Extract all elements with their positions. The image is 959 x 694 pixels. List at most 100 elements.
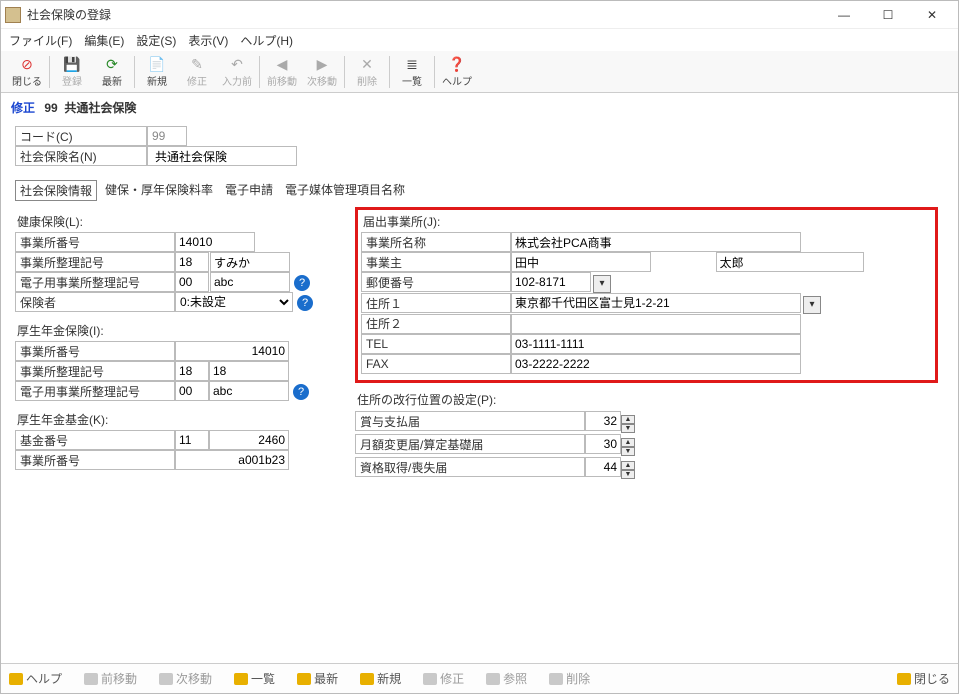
kenpo-elec2[interactable] xyxy=(210,272,290,292)
sb-next[interactable]: 次移動 xyxy=(159,670,212,687)
spinner-status[interactable]: ▲▼ xyxy=(621,461,635,479)
name-field[interactable] xyxy=(147,146,297,166)
td-addr1[interactable] xyxy=(511,293,801,313)
menu-edit[interactable]: 編集(E) xyxy=(84,32,124,49)
refresh-icon: ⟳ xyxy=(103,55,121,73)
kikin-fund1[interactable] xyxy=(175,430,209,450)
td-name[interactable] xyxy=(511,232,801,252)
kosei-arrange1[interactable] xyxy=(175,361,209,381)
minimize-button[interactable]: — xyxy=(822,2,866,28)
tb-movenext[interactable]: ▶次移動 xyxy=(302,52,342,92)
td-addr1-lbl: 住所１ xyxy=(361,293,511,313)
sb-del[interactable]: 削除 xyxy=(549,670,590,687)
kikin-office[interactable] xyxy=(175,450,289,470)
kosei-elec-lbl: 電子用事業所整理記号 xyxy=(15,381,175,401)
sb-list[interactable]: 一覧 xyxy=(234,670,275,687)
kaigyo-month[interactable] xyxy=(585,434,621,454)
tb-moveprev[interactable]: ◀前移動 xyxy=(262,52,302,92)
code-label: コード(C) xyxy=(15,126,147,146)
td-tel[interactable] xyxy=(511,334,801,354)
td-fax-lbl: FAX xyxy=(361,354,511,374)
menu-file[interactable]: ファイル(F) xyxy=(9,32,72,49)
kosei-elec1[interactable] xyxy=(175,381,209,401)
td-owner2[interactable] xyxy=(716,252,864,272)
td-addr2[interactable] xyxy=(511,314,801,334)
kosei-officeno[interactable] xyxy=(175,341,289,361)
f7-key-icon xyxy=(423,673,437,685)
td-owner1[interactable] xyxy=(511,252,651,272)
kenpo-officeno[interactable] xyxy=(175,232,255,252)
tab-denshi[interactable]: 電子申請 xyxy=(221,180,277,201)
f1-key-icon xyxy=(9,673,23,685)
tb-fix[interactable]: ✎修正 xyxy=(177,52,217,92)
tb-help[interactable]: ❓ヘルプ xyxy=(437,52,477,92)
addr1-dropdown[interactable]: ▾ xyxy=(803,296,821,314)
close-window-button[interactable]: ✕ xyxy=(910,2,954,28)
kikin-fund2[interactable] xyxy=(209,430,289,450)
toolbar: ⊘閉じる 💾登録 ⟳最新 📄新規 ✎修正 ↶入力前 ◀前移動 ▶次移動 ✕削除 … xyxy=(1,51,958,93)
tb-inputprev[interactable]: ↶入力前 xyxy=(217,52,257,92)
prev-icon: ◀ xyxy=(273,55,291,73)
tab-info[interactable]: 社会保険情報 xyxy=(15,180,97,201)
f12-key-icon xyxy=(897,673,911,685)
kaigyo-status[interactable] xyxy=(585,457,621,477)
kaigyo-bonus[interactable] xyxy=(585,411,621,431)
td-zip[interactable] xyxy=(511,272,591,292)
kosei-arrange2[interactable] xyxy=(209,361,289,381)
maximize-button[interactable]: ☐ xyxy=(866,2,910,28)
spinner-bonus[interactable]: ▲▼ xyxy=(621,415,635,433)
sb-close[interactable]: 閉じる xyxy=(897,670,950,687)
tab-rate[interactable]: 健保・厚年保険料率 xyxy=(101,180,217,201)
sb-help[interactable]: ヘルプ xyxy=(9,670,62,687)
f8-key-icon xyxy=(486,673,500,685)
tb-register[interactable]: 💾登録 xyxy=(52,52,92,92)
spinner-month[interactable]: ▲▼ xyxy=(621,438,635,456)
kenpo-insurer-select[interactable]: 0:未設定 xyxy=(175,292,293,312)
menubar: ファイル(F) 編集(E) 設定(S) 表示(V) ヘルプ(H) xyxy=(1,29,958,51)
kenpo-arrange-lbl: 事業所整理記号 xyxy=(15,252,175,272)
tb-list[interactable]: ≣一覧 xyxy=(392,52,432,92)
kaigyo-title: 住所の改行位置の設定(P): xyxy=(357,391,944,408)
kosei-elec2[interactable] xyxy=(209,381,289,401)
kenpo-arrange2[interactable] xyxy=(210,252,290,272)
menu-help[interactable]: ヘルプ(H) xyxy=(240,32,293,49)
kenpo-insurer-lbl: 保険者 xyxy=(15,292,175,312)
td-fax[interactable] xyxy=(511,354,801,374)
list-icon: ≣ xyxy=(403,55,421,73)
delete-icon: ✕ xyxy=(358,55,376,73)
sb-fix[interactable]: 修正 xyxy=(423,670,464,687)
kenpo-arrange1[interactable] xyxy=(175,252,209,272)
tb-latest[interactable]: ⟳最新 xyxy=(92,52,132,92)
td-addr2-lbl: 住所２ xyxy=(361,314,511,334)
help-icon-kenpo[interactable]: ? xyxy=(294,275,310,291)
tb-new[interactable]: 📄新規 xyxy=(137,52,177,92)
next-icon: ▶ xyxy=(313,55,331,73)
app-icon xyxy=(5,7,21,23)
undo-icon: ↶ xyxy=(228,55,246,73)
sb-prev[interactable]: 前移動 xyxy=(84,670,137,687)
help-icon: ❓ xyxy=(448,55,466,73)
window-title: 社会保険の登録 xyxy=(27,6,822,23)
help-icon-insurer[interactable]: ? xyxy=(297,295,313,311)
f6-key-icon xyxy=(360,673,374,685)
help-icon-kosei[interactable]: ? xyxy=(293,384,309,400)
mode-code: 99 xyxy=(44,101,57,115)
kikin-office-lbl: 事業所番号 xyxy=(15,450,175,470)
tab-media[interactable]: 電子媒体管理項目名称 xyxy=(281,180,409,201)
kaigyo-bonus-lbl: 賞与支払届 xyxy=(355,411,585,431)
f2-key-icon xyxy=(84,673,98,685)
menu-view[interactable]: 表示(V) xyxy=(188,32,228,49)
tb-close[interactable]: ⊘閉じる xyxy=(7,52,47,92)
tb-delete[interactable]: ✕削除 xyxy=(347,52,387,92)
sb-latest[interactable]: 最新 xyxy=(297,670,338,687)
menu-settings[interactable]: 設定(S) xyxy=(136,32,176,49)
kaigyo-status-lbl: 資格取得/喪失届 xyxy=(355,457,585,477)
kenpo-elec1[interactable] xyxy=(175,272,209,292)
close-icon: ⊘ xyxy=(18,55,36,73)
sb-ref[interactable]: 参照 xyxy=(486,670,527,687)
new-icon: 📄 xyxy=(148,55,166,73)
f4-key-icon xyxy=(234,673,248,685)
kenpo-elec-lbl: 電子用事業所整理記号 xyxy=(15,272,175,292)
zip-dropdown[interactable]: ▾ xyxy=(593,275,611,293)
sb-new[interactable]: 新規 xyxy=(360,670,401,687)
